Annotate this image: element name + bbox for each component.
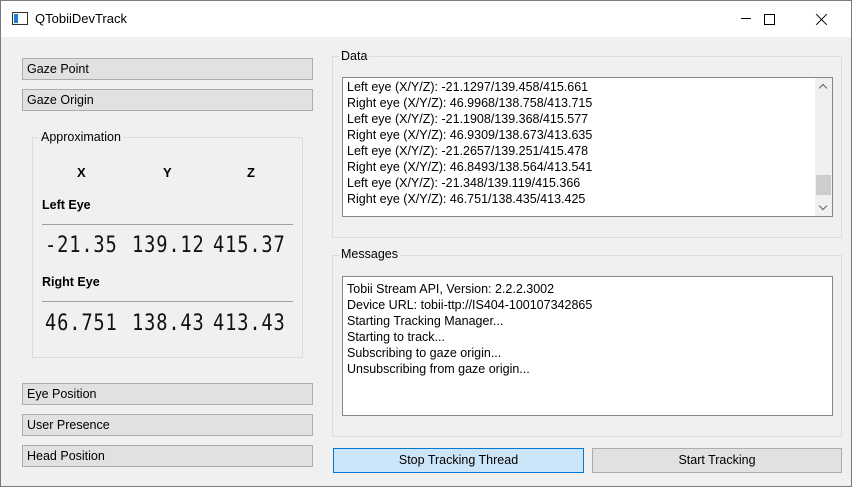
main-window: QTobiiDevTrack Gaze Point Gaze Origin Ap… [0, 0, 852, 487]
left-eye-label: Left Eye [42, 198, 91, 212]
title-bar[interactable]: QTobiiDevTrack [1, 1, 851, 37]
message-line: Starting to track... [347, 330, 445, 344]
axis-x-label: X [77, 165, 86, 180]
message-line: Subscribing to gaze origin... [347, 346, 502, 360]
start-tracking-button[interactable]: Start Tracking [592, 448, 842, 473]
axis-z-label: Z [247, 165, 255, 180]
gaze-origin-button[interactable]: Gaze Origin [22, 89, 313, 111]
right-eye-label: Right Eye [42, 275, 100, 289]
data-line: Right eye (X/Y/Z): 46.9309/138.673/413.6… [347, 128, 593, 142]
window-title: QTobiiDevTrack [35, 11, 127, 26]
left-eye-y-display: 139.12 [132, 233, 205, 258]
eye-position-button[interactable]: Eye Position [22, 383, 313, 405]
left-eye-z-display: 415.37 [213, 233, 286, 258]
messages-text-area[interactable]: Tobii Stream API, Version: 2.2.2.3002 De… [342, 276, 833, 416]
right-eye-z-display: 413.43 [213, 311, 286, 336]
message-line: Unsubscribing from gaze origin... [347, 362, 530, 376]
data-line: Left eye (X/Y/Z): -21.348/139.119/415.36… [347, 176, 581, 190]
maximize-button[interactable] [746, 1, 792, 37]
scroll-thumb[interactable] [816, 175, 831, 195]
left-eye-divider [42, 224, 293, 225]
data-scrollbar[interactable] [815, 78, 832, 216]
data-line: Left eye (X/Y/Z): -21.1297/139.458/415.6… [347, 80, 589, 94]
axis-y-label: Y [163, 165, 172, 180]
data-text-area[interactable]: Left eye (X/Y/Z): -21.1297/139.458/415.6… [342, 77, 833, 217]
close-button[interactable] [799, 1, 845, 37]
right-eye-divider [42, 301, 293, 302]
data-title: Data [339, 49, 370, 63]
gaze-point-button[interactable]: Gaze Point [22, 58, 313, 80]
message-line: Tobii Stream API, Version: 2.2.2.3002 [347, 282, 555, 296]
scroll-up-arrow-icon[interactable] [815, 78, 832, 95]
data-line: Right eye (X/Y/Z): 46.751/138.435/413.42… [347, 192, 586, 206]
maximize-icon [764, 14, 775, 25]
right-eye-x-display: 46.751 [45, 311, 118, 336]
data-line: Right eye (X/Y/Z): 46.8493/138.564/413.5… [347, 160, 593, 174]
approximation-title: Approximation [39, 130, 123, 144]
message-line: Starting Tracking Manager... [347, 314, 504, 328]
message-line: Device URL: tobii-ttp://IS404-1001073428… [347, 298, 593, 312]
scroll-down-arrow-icon[interactable] [815, 199, 832, 216]
data-line: Left eye (X/Y/Z): -21.2657/139.251/415.4… [347, 144, 589, 158]
close-icon [816, 13, 828, 25]
app-window-icon [12, 12, 28, 25]
user-presence-button[interactable]: User Presence [22, 414, 313, 436]
right-eye-y-display: 138.43 [132, 311, 205, 336]
head-position-button[interactable]: Head Position [22, 445, 313, 467]
stop-tracking-thread-button[interactable]: Stop Tracking Thread [333, 448, 584, 473]
data-line: Right eye (X/Y/Z): 46.9968/138.758/413.7… [347, 96, 593, 110]
left-eye-x-display: -21.35 [45, 233, 118, 258]
data-line: Left eye (X/Y/Z): -21.1908/139.368/415.5… [347, 112, 589, 126]
messages-title: Messages [339, 247, 400, 261]
